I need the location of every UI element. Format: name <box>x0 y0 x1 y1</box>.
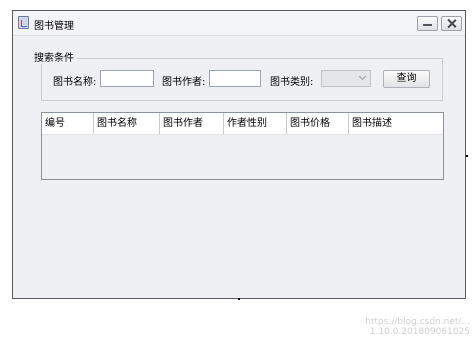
table-header: 编号 图书名称 图书作者 作者性别 图书价格 图书描述 <box>42 113 443 135</box>
book-table[interactable]: 编号 图书名称 图书作者 作者性别 图书价格 图书描述 <box>41 112 444 180</box>
query-button[interactable]: 查询 <box>383 70 430 88</box>
java-app-icon <box>18 16 29 29</box>
column-header-book-name[interactable]: 图书名称 <box>94 113 160 134</box>
minimize-button[interactable] <box>417 16 438 31</box>
resize-handle-bottom[interactable] <box>238 298 240 300</box>
watermark-version: 1.10.0.201809061025 <box>369 327 470 337</box>
column-header-author-gender[interactable]: 作者性别 <box>224 113 287 134</box>
author-label: 图书作者: <box>162 77 206 88</box>
column-header-book-author[interactable]: 图书作者 <box>160 113 224 134</box>
book-name-label: 图书名称: <box>53 77 97 88</box>
author-input[interactable] <box>209 70 261 87</box>
close-button[interactable] <box>441 16 462 31</box>
column-header-book-price[interactable]: 图书价格 <box>287 113 349 134</box>
type-label: 图书类别: <box>270 77 314 88</box>
type-select[interactable] <box>321 70 371 87</box>
watermark: https://blog.csdn.net/... 1.10.0.2018090… <box>365 317 470 337</box>
chevron-down-icon <box>358 72 367 81</box>
watermark-url: https://blog.csdn.net/... <box>365 317 470 327</box>
book-management-window: 图书管理 搜索条件 图书名称: 图书作者: 图书类别: 查询 编号 图书名称 图… <box>12 10 466 299</box>
resize-handle-right[interactable] <box>466 155 468 157</box>
search-criteria-legend: 搜索条件 <box>31 49 77 64</box>
window-title: 图书管理 <box>34 21 74 32</box>
title-bar[interactable]: 图书管理 <box>13 11 465 36</box>
column-header-id[interactable]: 编号 <box>42 113 94 134</box>
column-header-book-description[interactable]: 图书描述 <box>349 113 443 134</box>
book-name-input[interactable] <box>100 70 154 87</box>
